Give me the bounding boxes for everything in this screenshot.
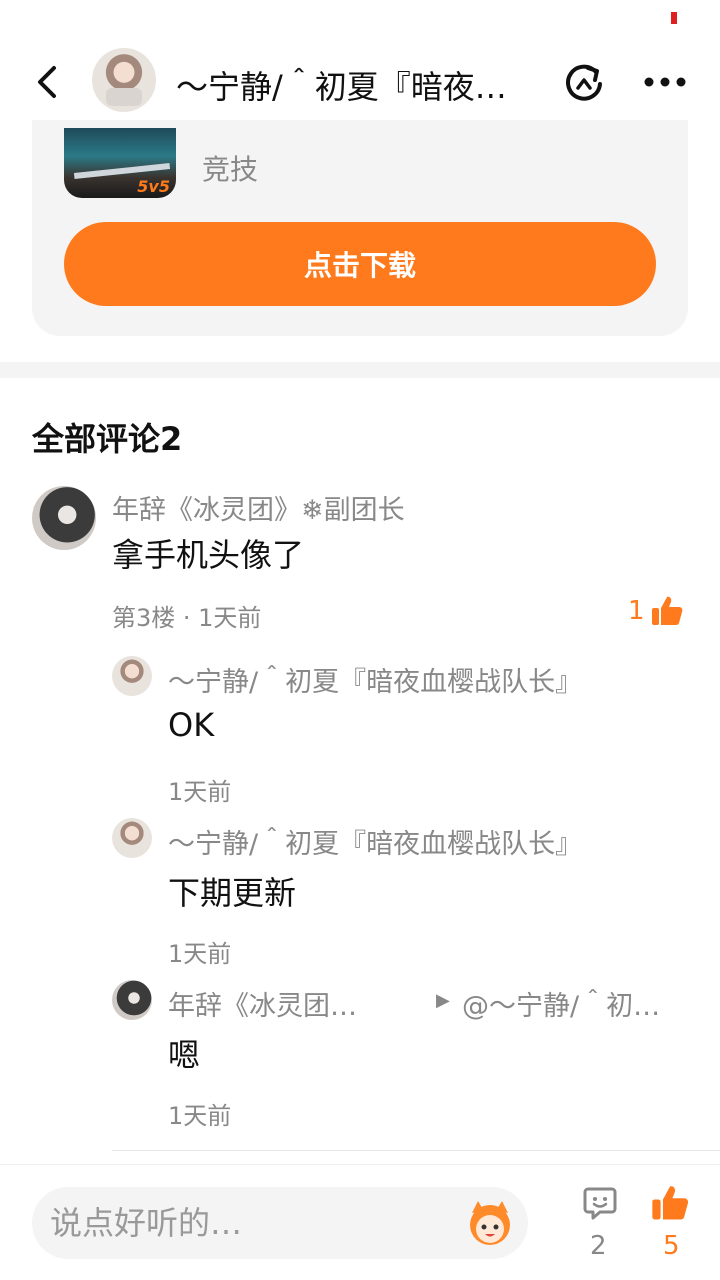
thumb-up-icon [652,596,683,625]
comment-meta: 第3楼 · 1天前 [112,604,262,632]
emoji-button[interactable] [464,1197,516,1249]
refresh-icon [566,64,602,101]
thumb-up-icon [652,1186,689,1220]
divider [112,1150,720,1151]
avatar[interactable] [112,656,152,696]
page-title[interactable]: ～宁静/＾初夏『暗夜… [176,62,546,108]
header: ～宁静/＾初夏『暗夜… [0,40,720,120]
comment-count: 2 [590,1231,607,1261]
like-count: 5 [663,1231,680,1261]
reply-time: 1天前 [168,1102,232,1130]
reply-time: 1天前 [168,940,232,968]
author-avatar[interactable] [92,48,156,112]
comment-author[interactable]: 年辞《冰灵团》❄副团长 [112,488,405,527]
like-post-button[interactable] [650,1183,690,1223]
reply-author[interactable]: ～宁静/＾初夏『暗夜血樱战队长』 [168,660,582,699]
download-button[interactable]: 点击下载 [64,222,656,306]
app-card: 5v5 竞技 点击下载 [32,100,688,336]
avatar[interactable] [112,980,152,1020]
app-icon-badge: 5v5 [137,177,170,196]
reply-text[interactable]: 嗯 [168,1030,200,1076]
bottom-bar: 2 5 [0,1164,720,1280]
avatar[interactable] [32,486,96,550]
reply-text[interactable]: OK [168,706,214,744]
reply-time: 1天前 [168,778,232,806]
comment-input[interactable] [32,1187,528,1259]
reply-to-target[interactable]: @～宁静/＾初… [462,984,660,1023]
more-button[interactable] [640,60,690,104]
reply-author[interactable]: ～宁静/＾初夏『暗夜血樱战队长』 [168,822,582,861]
comments-title: 全部评论2 [32,420,183,458]
chat-icon [583,1187,617,1220]
section-divider [0,362,720,378]
reply-text[interactable]: 下期更新 [168,868,296,914]
comment-like-count: 1 [628,596,645,626]
app-category: 竞技 [202,153,259,186]
like-button[interactable] [650,594,684,628]
reply-arrow-icon: ▶ [436,990,450,1011]
back-button[interactable] [30,62,66,102]
refresh-button[interactable] [562,60,606,104]
comment-button[interactable] [582,1185,618,1221]
reply-author[interactable]: 年辞《冰灵团… [168,984,357,1023]
avatar[interactable] [112,818,152,858]
back-icon [38,66,56,98]
more-icon [644,77,686,87]
mascot-icon [470,1201,510,1245]
app-icon[interactable]: 5v5 [64,128,176,198]
comment-text[interactable]: 拿手机头像了 [112,530,304,576]
status-indicator [671,12,677,24]
